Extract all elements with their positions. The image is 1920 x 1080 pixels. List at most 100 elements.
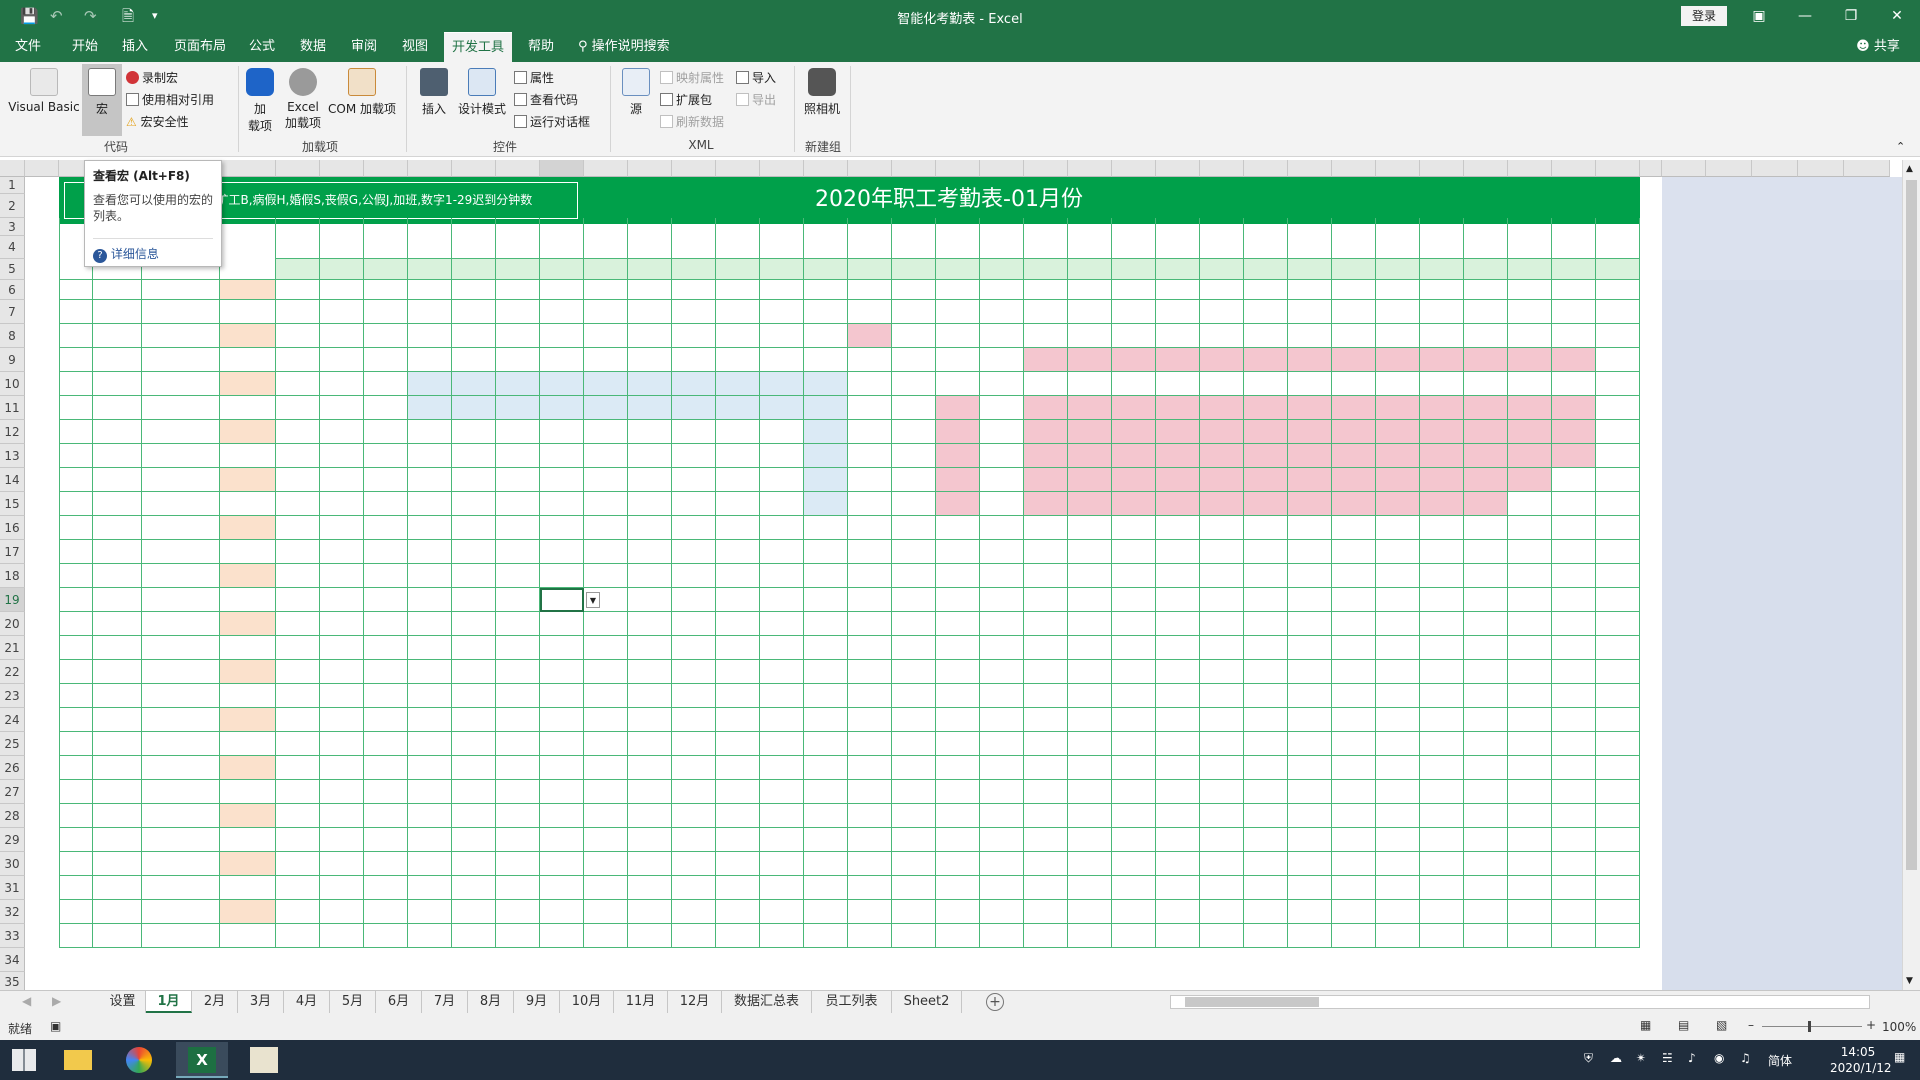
attendance-cell[interactable] bbox=[716, 828, 760, 852]
attendance-cell[interactable] bbox=[760, 732, 804, 756]
attendance-cell[interactable] bbox=[848, 828, 892, 852]
attendance-cell[interactable] bbox=[364, 516, 408, 540]
attendance-cell[interactable] bbox=[1420, 804, 1464, 828]
attendance-cell[interactable] bbox=[1552, 300, 1596, 324]
attendance-cell[interactable] bbox=[320, 280, 364, 300]
attendance-cell[interactable] bbox=[1420, 492, 1464, 516]
attendance-cell[interactable] bbox=[760, 372, 804, 396]
attendance-cell[interactable] bbox=[1200, 804, 1244, 828]
attendance-cell[interactable] bbox=[1112, 636, 1156, 660]
attendance-cell[interactable] bbox=[1156, 468, 1200, 492]
attendance-cell[interactable] bbox=[408, 372, 452, 396]
attendance-cell[interactable] bbox=[980, 420, 1024, 444]
attendance-cell[interactable] bbox=[1508, 516, 1552, 540]
employee-id[interactable] bbox=[93, 780, 142, 804]
attendance-cell[interactable] bbox=[1464, 684, 1508, 708]
attendance-cell[interactable] bbox=[1156, 924, 1200, 948]
attendance-cell[interactable] bbox=[1552, 684, 1596, 708]
row-number[interactable] bbox=[59, 660, 93, 684]
attendance-cell[interactable] bbox=[1508, 924, 1552, 948]
attendance-cell[interactable] bbox=[584, 564, 628, 588]
attendance-cell[interactable] bbox=[1288, 348, 1332, 372]
attendance-cell[interactable] bbox=[628, 708, 672, 732]
attendance-cell[interactable] bbox=[1552, 420, 1596, 444]
attendance-cell[interactable] bbox=[1024, 300, 1068, 324]
attendance-cell[interactable] bbox=[1244, 468, 1288, 492]
employee-name[interactable] bbox=[142, 420, 220, 444]
dropdown-arrow-icon[interactable]: ▼ bbox=[586, 592, 600, 608]
time-period[interactable] bbox=[220, 300, 276, 324]
attendance-cell[interactable] bbox=[1552, 732, 1596, 756]
attendance-cell[interactable] bbox=[1288, 852, 1332, 876]
attendance-cell[interactable] bbox=[320, 900, 364, 924]
row-header[interactable]: 6 bbox=[0, 280, 25, 300]
attendance-cell[interactable] bbox=[496, 468, 540, 492]
attendance-cell[interactable] bbox=[408, 420, 452, 444]
attendance-cell[interactable] bbox=[628, 684, 672, 708]
attendance-cell[interactable] bbox=[1156, 756, 1200, 780]
design-mode-button[interactable]: 设计模式 bbox=[456, 68, 508, 117]
tab-review[interactable]: 审阅 bbox=[341, 32, 387, 62]
row-number[interactable] bbox=[59, 588, 93, 612]
attendance-cell[interactable] bbox=[936, 540, 980, 564]
time-period[interactable] bbox=[220, 348, 276, 372]
employee-id[interactable] bbox=[93, 828, 142, 852]
attendance-cell[interactable] bbox=[936, 660, 980, 684]
attendance-cell[interactable] bbox=[892, 300, 936, 324]
attendance-cell[interactable] bbox=[364, 420, 408, 444]
attendance-cell[interactable] bbox=[452, 396, 496, 420]
column-header[interactable] bbox=[804, 160, 848, 177]
attendance-cell[interactable] bbox=[760, 804, 804, 828]
attendance-cell[interactable] bbox=[628, 492, 672, 516]
attendance-cell[interactable] bbox=[320, 684, 364, 708]
attendance-cell[interactable] bbox=[1288, 492, 1332, 516]
attendance-cell[interactable] bbox=[716, 420, 760, 444]
attendance-cell[interactable] bbox=[364, 852, 408, 876]
attendance-cell[interactable] bbox=[1508, 684, 1552, 708]
attendance-cell[interactable] bbox=[364, 492, 408, 516]
attendance-cell[interactable] bbox=[1024, 396, 1068, 420]
attendance-cell[interactable] bbox=[980, 516, 1024, 540]
attendance-cell[interactable] bbox=[452, 444, 496, 468]
employee-id[interactable] bbox=[93, 612, 142, 636]
attendance-cell[interactable] bbox=[848, 612, 892, 636]
attendance-cell[interactable] bbox=[408, 540, 452, 564]
attendance-cell[interactable] bbox=[496, 612, 540, 636]
attendance-cell[interactable] bbox=[1024, 280, 1068, 300]
attendance-cell[interactable] bbox=[1420, 828, 1464, 852]
attendance-cell[interactable] bbox=[584, 396, 628, 420]
attendance-cell[interactable] bbox=[1068, 492, 1112, 516]
attendance-cell[interactable] bbox=[672, 732, 716, 756]
attendance-cell[interactable] bbox=[320, 540, 364, 564]
attendance-cell[interactable] bbox=[276, 588, 320, 612]
attendance-cell[interactable] bbox=[1156, 660, 1200, 684]
attendance-cell[interactable] bbox=[540, 852, 584, 876]
time-period[interactable] bbox=[220, 756, 276, 780]
row-number[interactable] bbox=[59, 924, 93, 948]
attendance-cell[interactable] bbox=[1420, 732, 1464, 756]
sheet-tab[interactable]: 12月 bbox=[668, 991, 722, 1013]
column-header[interactable] bbox=[220, 160, 276, 177]
attendance-cell[interactable] bbox=[1508, 756, 1552, 780]
attendance-cell[interactable] bbox=[496, 636, 540, 660]
attendance-cell[interactable] bbox=[1068, 708, 1112, 732]
attendance-cell[interactable] bbox=[1288, 564, 1332, 588]
attendance-cell[interactable] bbox=[1024, 564, 1068, 588]
row-number[interactable] bbox=[59, 852, 93, 876]
attendance-cell[interactable] bbox=[1244, 780, 1288, 804]
attendance-cell[interactable] bbox=[540, 516, 584, 540]
tab-page-layout[interactable]: 页面布局 bbox=[166, 32, 234, 62]
attendance-cell[interactable] bbox=[1288, 516, 1332, 540]
attendance-cell[interactable] bbox=[320, 780, 364, 804]
login-button[interactable]: 登录 bbox=[1681, 6, 1727, 26]
time-period[interactable] bbox=[220, 660, 276, 684]
attendance-cell[interactable] bbox=[848, 280, 892, 300]
attendance-cell[interactable] bbox=[1288, 684, 1332, 708]
attendance-cell[interactable] bbox=[1596, 636, 1640, 660]
attendance-cell[interactable] bbox=[584, 828, 628, 852]
attendance-cell[interactable] bbox=[1508, 876, 1552, 900]
attendance-cell[interactable] bbox=[1420, 324, 1464, 348]
attendance-cell[interactable] bbox=[628, 516, 672, 540]
attendance-cell[interactable] bbox=[848, 924, 892, 948]
attendance-cell[interactable] bbox=[892, 588, 936, 612]
